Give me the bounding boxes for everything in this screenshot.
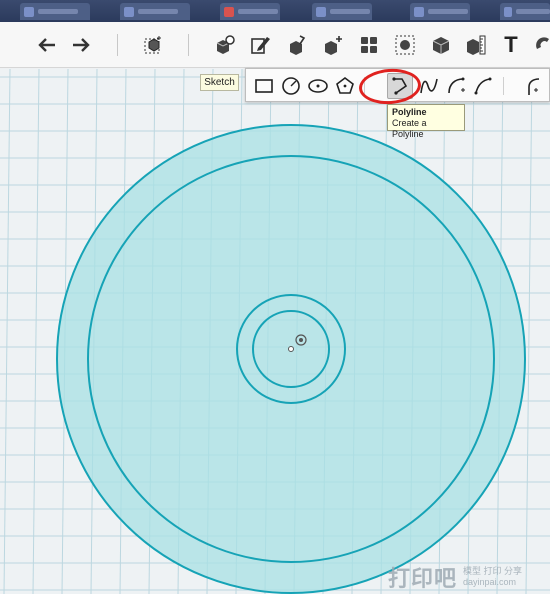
circle-tool[interactable]	[278, 73, 304, 99]
page-icon	[504, 6, 513, 17]
pattern-button[interactable]	[354, 30, 384, 60]
main-toolbar: T	[0, 22, 550, 68]
browser-tab[interactable]	[120, 3, 190, 20]
browser-tab[interactable]	[500, 3, 550, 20]
polyline-tooltip: Polyline Create a Polyline	[387, 104, 465, 139]
sketch-profile[interactable]	[56, 124, 526, 594]
polygon-tool[interactable]	[332, 73, 358, 99]
modify-tweak-icon	[325, 36, 342, 55]
tooltip-description: Create a Polyline	[392, 118, 427, 139]
browser-tab-strip	[0, 0, 550, 22]
measure-button[interactable]	[461, 30, 491, 60]
page-icon	[24, 6, 34, 17]
sketch-label: Sketch	[200, 74, 239, 91]
redo-button[interactable]	[66, 30, 96, 60]
browser-tab[interactable]	[20, 3, 90, 20]
watermark-url: dayinpai.com	[463, 577, 517, 587]
two-point-arc-tool[interactable]	[443, 73, 469, 99]
grid-workplane	[0, 69, 550, 594]
construct-button[interactable]	[282, 30, 312, 60]
red-icon	[224, 6, 234, 17]
combine-button[interactable]	[426, 30, 456, 60]
page-icon	[124, 6, 134, 17]
redo-arrow-icon	[73, 38, 90, 52]
design-canvas[interactable]	[0, 69, 550, 594]
undo-button[interactable]	[32, 30, 62, 60]
fillet-tool[interactable]	[521, 73, 547, 99]
browser-tab[interactable]	[410, 3, 470, 20]
combine-solid-icon	[432, 37, 450, 54]
grouping-button[interactable]	[390, 30, 420, 60]
undo-arrow-icon	[38, 38, 55, 52]
watermark-tagline: 模型 打印 分享	[463, 566, 523, 576]
ellipse-icon	[308, 79, 328, 93]
three-point-arc-tool[interactable]	[470, 73, 496, 99]
snap-magnet-icon	[536, 37, 549, 49]
three-point-arc-icon	[474, 77, 492, 95]
origin-point[interactable]	[288, 346, 294, 352]
fillet-icon	[528, 78, 540, 95]
primitive-shapes-icon	[216, 35, 235, 54]
sketch-button[interactable]	[246, 30, 276, 60]
modify-button[interactable]	[318, 30, 348, 60]
rectangle-icon	[255, 79, 273, 93]
browser-tab[interactable]	[312, 3, 372, 20]
watermark-logo: 打印吧	[388, 566, 458, 591]
rectangle-tool[interactable]	[251, 73, 277, 99]
circle-icon	[282, 77, 300, 95]
tooltip-title: Polyline	[392, 107, 427, 117]
polygon-icon	[336, 77, 354, 94]
site-watermark: 打印吧 模型 打印 分享 dayinpai.com	[388, 560, 550, 594]
text-t-icon: T	[504, 32, 518, 57]
primitives-button[interactable]	[210, 30, 240, 60]
snap-button[interactable]	[530, 30, 550, 60]
pattern-grid-icon	[361, 37, 377, 53]
group-ungroup-icon	[395, 35, 415, 55]
page-icon	[316, 6, 326, 17]
browser-tab[interactable]	[220, 3, 280, 20]
ellipse-tool[interactable]	[305, 73, 331, 99]
spline-icon	[420, 78, 438, 94]
transform-button[interactable]	[138, 30, 168, 60]
measure-ruler-icon	[467, 35, 486, 55]
page-icon	[414, 6, 424, 17]
sketch-pencil-icon	[251, 37, 270, 54]
construct-extrude-icon	[290, 35, 306, 55]
two-point-arc-icon	[448, 77, 465, 94]
text-button[interactable]: T	[496, 30, 526, 60]
outer-circle[interactable]	[56, 124, 526, 594]
transform-box-icon	[144, 36, 161, 54]
